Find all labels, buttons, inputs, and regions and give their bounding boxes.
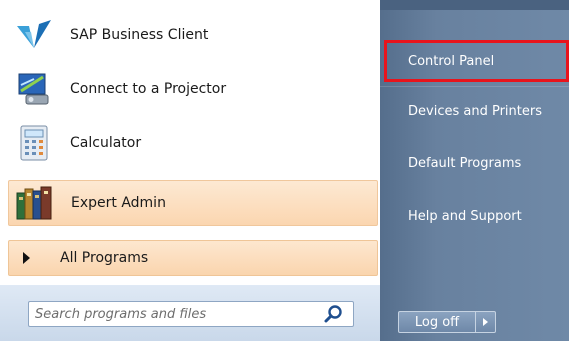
program-expert-admin[interactable]: Expert Admin [8, 180, 378, 226]
triangle-right-icon [23, 252, 30, 264]
magnifier-icon[interactable] [323, 303, 345, 325]
right-item-control-panel[interactable]: Control Panel [384, 40, 569, 82]
right-item-label: Control Panel [408, 53, 495, 69]
start-menu: SAP Business Client Connect to a Project… [0, 0, 569, 341]
all-programs-label: All Programs [60, 250, 149, 266]
pane-top-strip [380, 0, 569, 10]
logoff-group: Log off [398, 311, 496, 333]
search-area [0, 285, 380, 341]
logoff-label: Log off [414, 314, 460, 330]
right-item-label: Help and Support [408, 208, 522, 224]
divider [380, 86, 569, 87]
right-item-help-and-support[interactable]: Help and Support [384, 195, 569, 237]
right-item-default-programs[interactable]: Default Programs [384, 142, 569, 184]
right-item-label: Devices and Printers [408, 103, 542, 119]
sap-business-client-icon [14, 15, 54, 55]
program-label: Expert Admin [71, 195, 166, 211]
logoff-options-button[interactable] [476, 311, 496, 333]
program-sap-business-client[interactable]: SAP Business Client [8, 12, 378, 58]
expert-admin-icon [15, 183, 55, 223]
system-links-pane: Control Panel Devices and Printers Defau… [380, 0, 569, 341]
right-item-label: Default Programs [408, 155, 522, 171]
program-calculator[interactable]: Calculator [8, 120, 378, 166]
search-input[interactable] [33, 302, 323, 326]
right-item-devices-and-printers[interactable]: Devices and Printers [384, 90, 569, 132]
projector-icon [14, 69, 54, 109]
programs-pane: SAP Business Client Connect to a Project… [0, 0, 380, 341]
logoff-button[interactable]: Log off [398, 311, 476, 333]
program-label: Connect to a Projector [70, 81, 227, 97]
calculator-icon [14, 123, 54, 163]
program-label: SAP Business Client [70, 27, 209, 43]
program-connect-to-projector[interactable]: Connect to a Projector [8, 66, 378, 112]
search-box[interactable] [28, 301, 354, 327]
program-label: Calculator [70, 135, 142, 151]
all-programs-button[interactable]: All Programs [8, 240, 378, 276]
chevron-right-icon [483, 318, 488, 326]
